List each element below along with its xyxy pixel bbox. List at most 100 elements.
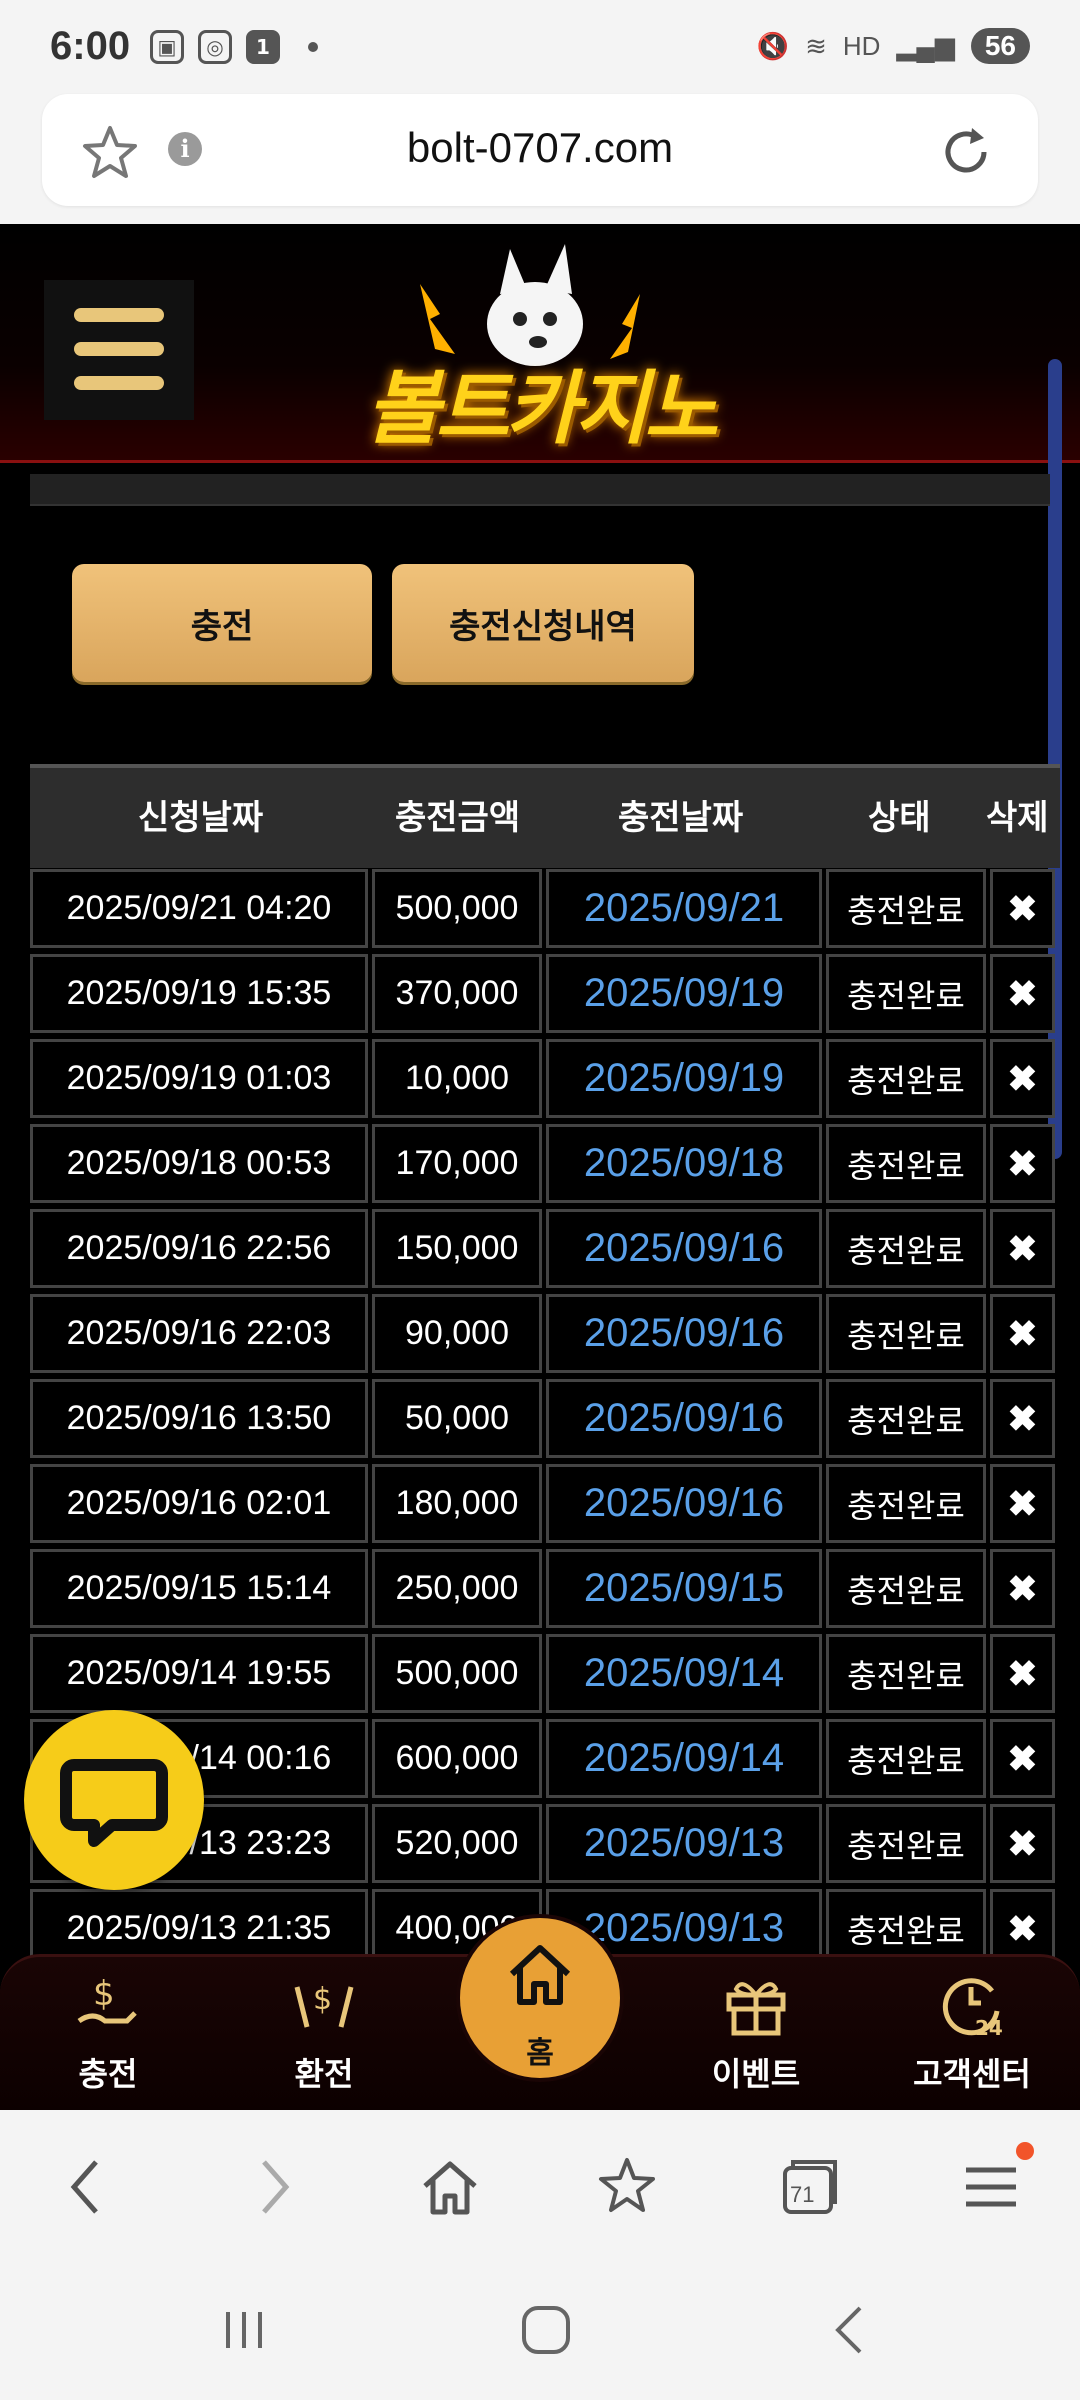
nav-charge-label: 충전 [78,2055,138,2093]
nav-event-label: 이벤트 [711,2055,801,2093]
header-divider-strip [30,474,1050,506]
request-date-cell: 2025/09/21 04:20 [30,869,368,948]
site-header: 볼트카지노 [0,224,1080,463]
status-cell: 충전완료 [826,954,986,1033]
nav-home-button[interactable]: 홈 [456,1914,624,2082]
delete-button[interactable]: ✖ [990,954,1055,1033]
browser-address-bar[interactable]: i bolt-0707.com [42,94,1038,206]
site-logo-text[interactable]: 볼트카지노 [366,344,718,460]
back-system-icon[interactable] [820,2300,880,2360]
wifi-icon: ≋ [805,30,827,61]
reload-icon[interactable] [936,122,996,182]
charge-button[interactable]: 충전 [72,564,372,682]
charge-date-cell[interactable]: 2025/09/18 [546,1124,822,1203]
delete-button[interactable]: ✖ [990,1209,1055,1288]
charge-date-cell[interactable]: 2025/09/16 [546,1379,822,1458]
tabs-icon[interactable]: 71 [775,2152,845,2222]
browser-menu-icon[interactable] [956,2152,1026,2222]
amount-cell: 600,000 [372,1719,542,1798]
request-date-cell: 2025/09/16 22:56 [30,1209,368,1288]
menu-bar-icon [74,342,164,356]
charge-date-cell[interactable]: 2025/09/21 [546,869,822,948]
delete-button[interactable]: ✖ [990,1124,1055,1203]
support-24h-icon: 24 [942,1978,1003,2039]
charge-icon: $ [77,1974,137,2024]
status-cell: 충전완료 [826,869,986,948]
status-cell: 충전완료 [826,1379,986,1458]
amount-cell: 370,000 [372,954,542,1033]
mute-icon: 🔇 [756,30,790,61]
charge-date-cell[interactable]: 2025/09/13 [546,1804,822,1883]
status-cell: 충전완료 [826,1294,986,1373]
charge-date-cell[interactable]: 2025/09/15 [546,1549,822,1628]
table-row: 2025/09/16 02:01 180,000 2025/09/16 충전완료 ✖ [30,1464,1055,1549]
hamburger-menu-button[interactable] [44,280,194,420]
bookmarks-icon[interactable] [595,2152,665,2222]
status-cell: 충전완료 [826,1124,986,1203]
back-icon[interactable] [52,2152,122,2222]
instagram-icon: ◎ [198,30,232,64]
recent-apps-icon[interactable] [214,2300,274,2360]
url-text[interactable]: bolt-0707.com [42,124,1038,172]
table-header: 신청날짜 충전금액 충전날짜 상태 삭제 [30,764,1060,868]
header-charge-date: 충전날짜 [618,798,744,838]
more-notifications-icon [308,42,318,52]
amount-cell: 90,000 [372,1294,542,1373]
delete-button[interactable]: ✖ [990,1549,1055,1628]
charge-date-cell[interactable]: 2025/09/16 [546,1464,822,1543]
chat-support-button[interactable] [24,1710,204,1890]
nav-exchange[interactable]: $ 환전 [244,1957,404,2110]
table-row: 2025/09/14 19:55 500,000 2025/09/14 충전완료 ✖ [30,1634,1055,1719]
amount-cell: 500,000 [372,869,542,948]
tabs-count: 71 [790,2182,814,2207]
charge-date-cell[interactable]: 2025/09/19 [546,1039,822,1118]
delete-button[interactable]: ✖ [990,1379,1055,1458]
delete-button[interactable]: ✖ [990,1634,1055,1713]
signal-icon: ▂▄▆ [896,30,955,61]
status-cell: 충전완료 [826,1464,986,1543]
web-page: 볼트카지노 충전 충전신청내역 신청날짜 충전금액 충전날짜 상태 삭제 202… [0,224,1080,2110]
charge-date-cell[interactable]: 2025/09/16 [546,1294,822,1373]
charge-date-cell[interactable]: 2025/09/16 [546,1209,822,1288]
nav-support-label: 고객센터 [913,2055,1031,2093]
amount-cell: 500,000 [372,1634,542,1713]
home-system-icon[interactable] [516,2300,576,2360]
request-date-cell: 2025/09/18 00:53 [30,1124,368,1203]
nav-charge[interactable]: $ 충전 [28,1957,188,2110]
menu-notification-dot [1016,2142,1034,2160]
charge-date-cell[interactable]: 2025/09/19 [546,954,822,1033]
nav-home-label: 홈 [526,2036,554,2071]
forward-icon[interactable] [238,2152,308,2222]
amount-cell: 150,000 [372,1209,542,1288]
delete-button[interactable]: ✖ [990,1804,1055,1883]
nav-support[interactable]: 24 고객센터 [892,1957,1052,2110]
delete-button[interactable]: ✖ [990,1294,1055,1373]
nav-event[interactable]: 이벤트 [676,1957,836,2110]
hd-icon: HD [842,30,881,61]
delete-button[interactable]: ✖ [990,869,1055,948]
home-browser-icon[interactable] [415,2152,485,2222]
status-cell: 충전완료 [826,1634,986,1713]
notification-icons: ▣ ◎ 1 [150,30,318,64]
request-date-cell: 2025/09/19 01:03 [30,1039,368,1118]
delete-button[interactable]: ✖ [990,1719,1055,1798]
status-cell: 충전완료 [826,1804,986,1883]
status-cell: 충전완료 [826,1719,986,1798]
status-time: 6:00 [50,24,131,68]
charge-date-cell[interactable]: 2025/09/14 [546,1719,822,1798]
delete-button[interactable]: ✖ [990,1039,1055,1118]
table-row: 2025/09/19 15:35 370,000 2025/09/19 충전완료 ✖ [30,954,1055,1039]
amount-cell: 50,000 [372,1379,542,1458]
request-date-cell: 2025/09/16 02:01 [30,1464,368,1543]
table-row: 2025/09/16 22:56 150,000 2025/09/16 충전완료 ✖ [30,1209,1055,1294]
charge-date-cell[interactable]: 2025/09/14 [546,1634,822,1713]
amount-cell: 170,000 [372,1124,542,1203]
charge-history-button[interactable]: 충전신청내역 [392,564,694,682]
header-status: 상태 [868,798,931,838]
table-row: 2025/09/21 04:20 500,000 2025/09/21 충전완료 ✖ [30,869,1055,954]
svg-text:$: $ [93,1974,115,2014]
status-cell: 충전완료 [826,1549,986,1628]
menu-bar-icon [74,376,164,390]
delete-button[interactable]: ✖ [990,1464,1055,1543]
request-date-cell: 2025/09/16 13:50 [30,1379,368,1458]
